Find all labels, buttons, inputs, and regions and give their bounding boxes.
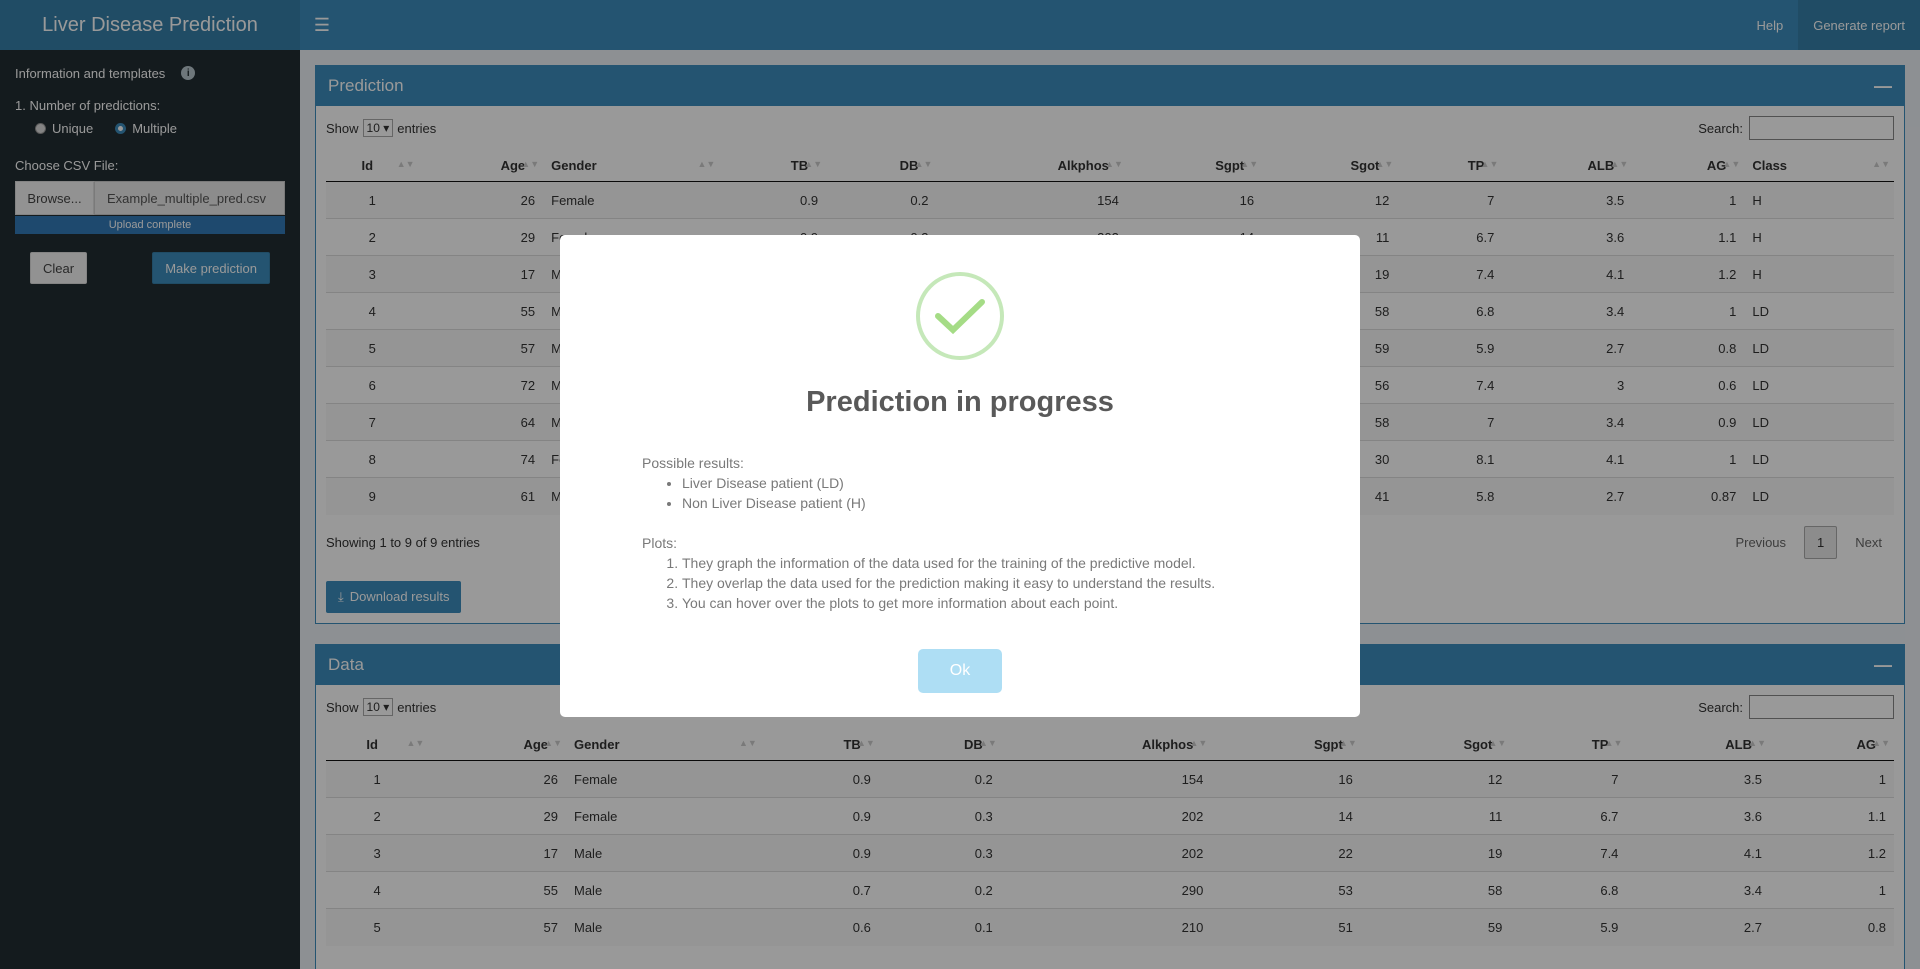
- plots-list: They graph the information of the data u…: [682, 553, 1360, 613]
- plots-label: Plots:: [642, 535, 678, 551]
- ok-button[interactable]: Ok: [918, 649, 1002, 693]
- list-item: They overlap the data used for the predi…: [682, 573, 1360, 593]
- list-item: Liver Disease patient (LD): [682, 473, 1360, 493]
- list-item: Non Liver Disease patient (H): [682, 493, 1360, 513]
- prediction-modal: Prediction in progress Possible results:…: [560, 235, 1360, 717]
- modal-title: Prediction in progress: [806, 386, 1114, 418]
- check-mark-icon: [935, 299, 985, 335]
- modal-body: Possible results: Liver Disease patient …: [642, 453, 1360, 613]
- results-list: Liver Disease patient (LD) Non Liver Dis…: [682, 473, 1360, 513]
- list-item: They graph the information of the data u…: [682, 553, 1360, 573]
- list-item: You can hover over the plots to get more…: [682, 593, 1360, 613]
- success-check-icon: [916, 272, 1004, 360]
- possible-results-label: Possible results:: [642, 455, 744, 471]
